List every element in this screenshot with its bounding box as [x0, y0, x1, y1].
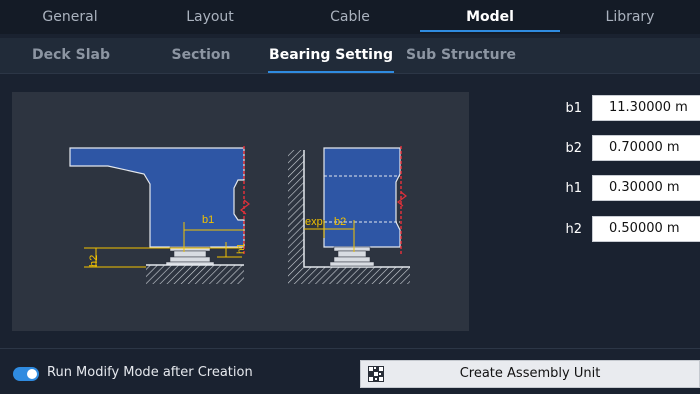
label-b1-left: b1 [202, 214, 214, 226]
subtab-deck-slab[interactable]: Deck Slab [6, 38, 136, 73]
bearing-diagram-panel: b1 h1 h2 exp b2 [12, 92, 469, 331]
b1-input[interactable]: 11.30000 m [592, 95, 700, 121]
create-button-label: Create Assembly Unit [459, 366, 601, 381]
bearing-left [165, 246, 215, 266]
label-h2-left: h2 [88, 255, 100, 267]
deck-section-left [69, 147, 245, 248]
b2-input[interactable]: 0.70000 m [592, 135, 700, 161]
param-row-h1: h1 0.30000 m [556, 175, 700, 201]
tab-library[interactable]: Library [560, 0, 700, 34]
create-assembly-unit-button[interactable]: Create Assembly Unit [360, 360, 700, 388]
subtab-bearing-setting[interactable]: Bearing Setting [266, 38, 396, 73]
run-modify-label: Run Modify Mode after Creation [47, 365, 253, 380]
param-label-h1: h1 [565, 180, 582, 196]
toggle-knob [27, 369, 37, 379]
deck-elevation [323, 147, 401, 248]
param-label-b1: b1 [565, 100, 582, 116]
tab-general[interactable]: General [0, 0, 140, 34]
bearing-right [329, 246, 375, 267]
tab-layout[interactable]: Layout [140, 0, 280, 34]
subtab-sub-structure[interactable]: Sub Structure [396, 38, 526, 73]
label-b2: b2 [334, 216, 346, 228]
param-row-h2: h2 0.50000 m [556, 216, 700, 242]
abutment-base [304, 267, 410, 284]
subtab-section[interactable]: Section [136, 38, 266, 73]
abutment-wall [288, 150, 304, 284]
label-exp: exp [305, 216, 323, 228]
h2-input[interactable]: 0.50000 m [592, 216, 700, 242]
bottom-bar: Run Modify Mode after Creation Create As… [0, 348, 700, 394]
h1-input[interactable]: 0.30000 m [592, 175, 700, 201]
param-label-b2: b2 [565, 140, 582, 156]
param-label-h2: h2 [565, 221, 582, 237]
tab-cable[interactable]: Cable [280, 0, 420, 34]
param-row-b1: b1 11.30000 m [556, 95, 700, 121]
assembly-grid-icon [368, 366, 384, 382]
sub-tab-bar: Deck Slab Section Bearing Setting Sub St… [0, 38, 700, 74]
label-h1-left: h1 [236, 242, 247, 254]
pier-cap-left [146, 265, 244, 284]
run-modify-toggle[interactable] [13, 367, 39, 381]
tab-model[interactable]: Model [420, 0, 560, 34]
main-tab-bar: General Layout Cable Model Library [0, 0, 700, 34]
param-row-b2: b2 0.70000 m [556, 135, 700, 161]
bearing-diagram: b1 h1 h2 exp b2 [69, 146, 410, 284]
